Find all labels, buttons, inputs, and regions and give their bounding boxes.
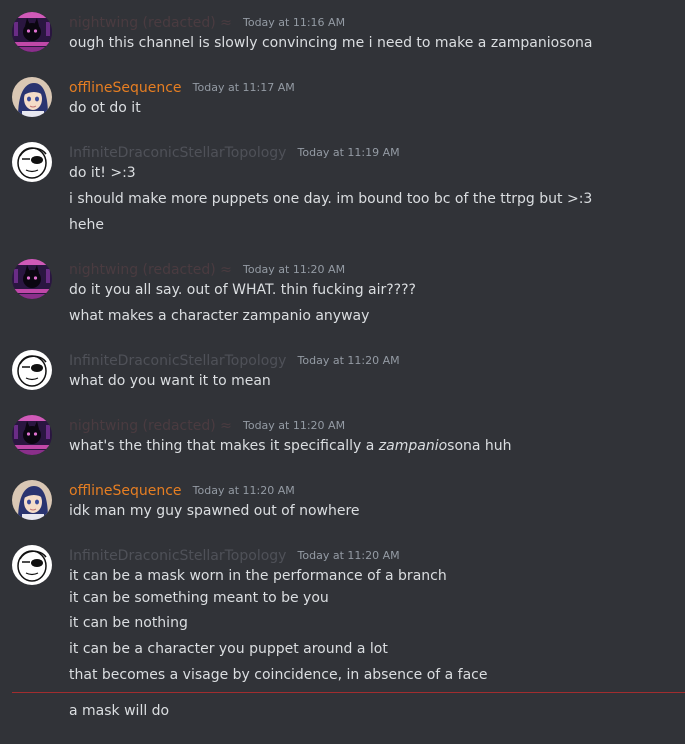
author-name[interactable]: offlineSequence — [69, 483, 182, 499]
message-line: it can be something meant to be you — [69, 590, 329, 606]
message-line: do it you all say. out of WHAT. thin fuc… — [69, 282, 416, 298]
timestamp[interactable]: Today at 11:17 AM — [193, 81, 295, 94]
timestamp[interactable]: Today at 11:16 AM — [243, 16, 345, 29]
message-header: nightwing (redacted) ≈ Today at 11:20 AM — [69, 415, 345, 435]
message-line: what do you want it to mean — [69, 373, 271, 389]
message-line: a mask will do — [69, 703, 170, 719]
message-line: hehe — [69, 217, 104, 233]
message-header: InfiniteDraconicStellarTopology Today at… — [69, 142, 400, 162]
author-name[interactable]: InfiniteDraconicStellarTopology — [69, 145, 286, 161]
timestamp[interactable]: Today at 11:20 AM — [193, 484, 295, 497]
masked-character-avatar-icon[interactable] — [12, 142, 52, 182]
message-header: offlineSequence Today at 11:20 AM — [69, 480, 295, 500]
message-line: i should make more puppets one day. im b… — [69, 191, 593, 207]
author-name[interactable]: offlineSequence — [69, 80, 182, 96]
timestamp[interactable]: Today at 11:19 AM — [298, 146, 400, 159]
purple-cat-avatar-icon[interactable] — [12, 259, 52, 299]
message-header: nightwing (redacted) ≈ Today at 11:16 AM — [69, 12, 345, 32]
new-messages-divider — [12, 692, 685, 693]
message-line: what makes a character zampanio anyway — [69, 308, 370, 324]
author-name[interactable]: nightwing (redacted) ≈ — [69, 418, 232, 434]
timestamp[interactable]: Today at 11:20 AM — [243, 263, 345, 276]
message-line: ough this channel is slowly convincing m… — [69, 35, 593, 51]
author-name[interactable]: InfiniteDraconicStellarTopology — [69, 353, 286, 369]
message-header: nightwing (redacted) ≈ Today at 11:20 AM — [69, 259, 345, 279]
emphasized-text: zampanio — [378, 438, 448, 454]
author-name[interactable]: nightwing (redacted) ≈ — [69, 262, 232, 278]
purple-cat-avatar-icon[interactable] — [12, 12, 52, 52]
purple-cat-avatar-icon[interactable] — [12, 415, 52, 455]
message-header: InfiniteDraconicStellarTopology Today at… — [69, 545, 400, 565]
message-header: offlineSequence Today at 11:17 AM — [69, 77, 295, 97]
message-line: that becomes a visage by coincidence, in… — [69, 667, 488, 683]
message-text: what's the thing that makes it specifica… — [69, 438, 379, 454]
message-text: sona huh — [447, 438, 512, 454]
message-line: it can be nothing — [69, 615, 188, 631]
timestamp[interactable]: Today at 11:20 AM — [243, 419, 345, 432]
message-line: idk man my guy spawned out of nowhere — [69, 503, 360, 519]
author-name[interactable]: InfiniteDraconicStellarTopology — [69, 548, 286, 564]
masked-character-avatar-icon[interactable] — [12, 545, 52, 585]
timestamp[interactable]: Today at 11:20 AM — [298, 354, 400, 367]
message-line: what's the thing that makes it specifica… — [69, 436, 512, 456]
message-line: it can be a character you puppet around … — [69, 641, 388, 657]
anime-girl-avatar-icon[interactable] — [12, 77, 52, 117]
masked-character-avatar-icon[interactable] — [12, 350, 52, 390]
message-header: InfiniteDraconicStellarTopology Today at… — [69, 350, 400, 370]
anime-girl-avatar-icon[interactable] — [12, 480, 52, 520]
message-line: it can be a mask worn in the performance… — [69, 568, 447, 584]
author-name[interactable]: nightwing (redacted) ≈ — [69, 15, 232, 31]
timestamp[interactable]: Today at 11:20 AM — [298, 549, 400, 562]
message-line: do it! >:3 — [69, 165, 136, 181]
message-line: do ot do it — [69, 100, 141, 116]
